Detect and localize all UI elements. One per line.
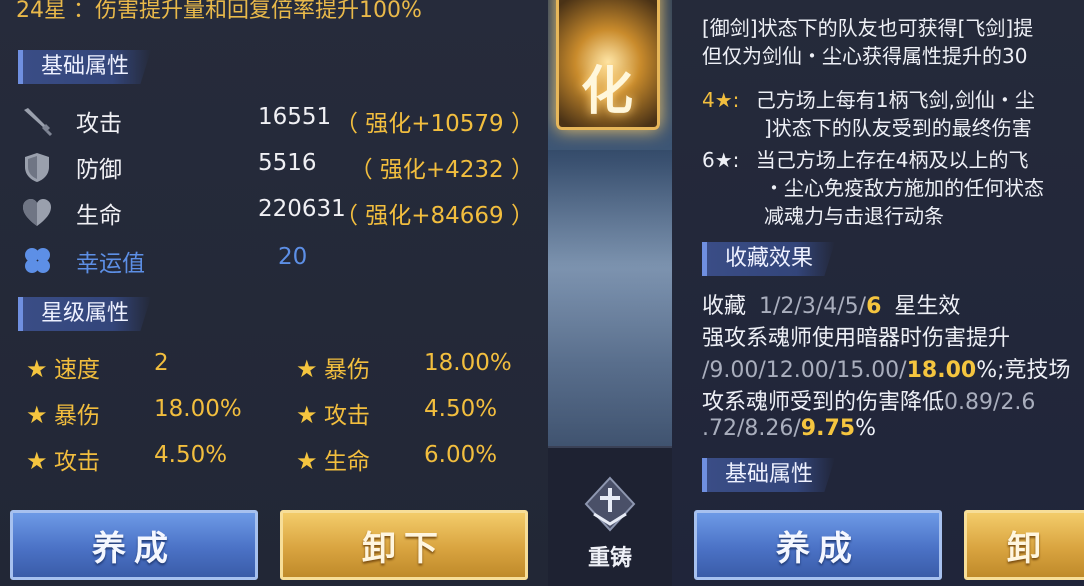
sword-icon (24, 108, 53, 137)
equipment-detail-panel-right: [御剑]状态下的队友也可获得[飞剑]提 但仅为剑仙・尘心获得属性提升的30 4★… (672, 0, 1084, 586)
equipment-detail-panel-left: 24星 ：伤害提升量和回复倍率提升100% 基础属性 攻击 16551 （ 强化… (0, 0, 548, 586)
skill-desc-line: ・尘心免疫敌方施加的任何状态 (764, 176, 1044, 200)
collection-effect-line: 攻系魂师受到的伤害降低0.89/2.6 (702, 390, 1036, 415)
attack-value: 16551 (258, 104, 332, 130)
star-attr-hp: ★ 生命 6.00% (296, 442, 498, 475)
star-attr-crit-damage: ★ 暴伤 18.00% (296, 350, 512, 383)
defense-value: 5516 (258, 150, 317, 176)
card-art-scenery (548, 150, 672, 450)
star-attr-crit-damage: ★ 暴伤 18.00% (26, 396, 242, 429)
skill-desc-line: [御剑]状态下的队友也可获得[飞剑]提 (702, 16, 1034, 40)
attack-bonus: （ 强化+10579 ） (334, 111, 534, 137)
star-attr-speed: ★ 速度 2 (26, 350, 169, 383)
skill-desc-line: 但仅为剑仙・尘心获得属性提升的30 (702, 44, 1028, 68)
emblem-glyph: 化 (581, 61, 634, 122)
star-attr-attack: ★ 攻击 4.50% (26, 442, 228, 475)
defense-label: 防御 (76, 157, 122, 183)
defense-bonus: （ 强化+4232 ） (349, 157, 534, 183)
luck-value: 20 (278, 244, 308, 270)
hp-bonus: （ 强化+84669 ） (334, 203, 534, 229)
star-icon: ★ (296, 447, 318, 475)
star-icon: ★ (296, 401, 318, 429)
cultivate-button[interactable]: 养成 (10, 510, 258, 580)
shield-icon (25, 153, 49, 182)
attribute-row-defense: 防御 5516 （ 强化+4232 ） (20, 148, 540, 184)
attribute-row-hp: 生命 220631 （ 强化+84669 ） (20, 194, 540, 230)
star-attributes-header: 星级属性 (18, 297, 152, 331)
base-attributes-header: 基础属性 (18, 50, 152, 84)
attribute-row-luck: 幸运值 20 (20, 242, 540, 278)
collection-effect-header: 收藏效果 (702, 242, 836, 276)
hp-value: 220631 (258, 196, 346, 222)
star-icon: ★ (296, 355, 318, 383)
collection-effect-line: .72/8.26/9.75% (702, 416, 876, 441)
star-attr-attack: ★ 攻击 4.50% (296, 396, 498, 429)
base-attributes-header-right: 基础属性 (702, 458, 836, 492)
character-art-strip: 化 重铸 (548, 0, 672, 586)
skill-desc-line: ]状态下的队友受到的最终伤害 (764, 116, 1032, 140)
collection-requirement: 收藏 1/2/3/4/5/6 星生效 (702, 294, 961, 319)
hp-label: 生命 (76, 203, 122, 229)
cultivate-button-right[interactable]: 养成 (694, 510, 942, 580)
reforge-label: 重铸 (587, 546, 632, 571)
attribute-row-attack: 攻击 16551 （ 强化+10579 ） (20, 102, 540, 138)
collection-effect-line: /9.00/12.00/15.00/18.00%;竞技场 (702, 358, 1071, 383)
card-art-emblem: 化 (556, 0, 660, 130)
skill-desc-line: 减魂力与击退行动条 (764, 204, 944, 228)
reforge-icon (584, 476, 636, 532)
heart-icon (23, 199, 51, 226)
reforge-button[interactable]: 重铸 (548, 446, 672, 586)
unequip-button-right[interactable]: 卸 (964, 510, 1084, 580)
collection-effect-line: 强攻系魂师使用暗器时伤害提升 (702, 326, 1011, 351)
star-icon: ★ (26, 447, 48, 475)
star-icon: ★ (26, 401, 48, 429)
unequip-button[interactable]: 卸下 (280, 510, 528, 580)
clover-icon (25, 248, 50, 273)
luck-label: 幸运值 (76, 251, 145, 277)
skill-desc-line-6star: 6★: 当己方场上存在4柄及以上的飞 (702, 148, 1029, 172)
star-icon: ★ (26, 355, 48, 383)
star-bonus-note: 24星 ：伤害提升量和回复倍率提升100% (16, 0, 422, 23)
skill-desc-line-4star: 4★: 己方场上每有1柄飞剑,剑仙・尘 (702, 88, 1035, 112)
attack-label: 攻击 (76, 111, 122, 137)
